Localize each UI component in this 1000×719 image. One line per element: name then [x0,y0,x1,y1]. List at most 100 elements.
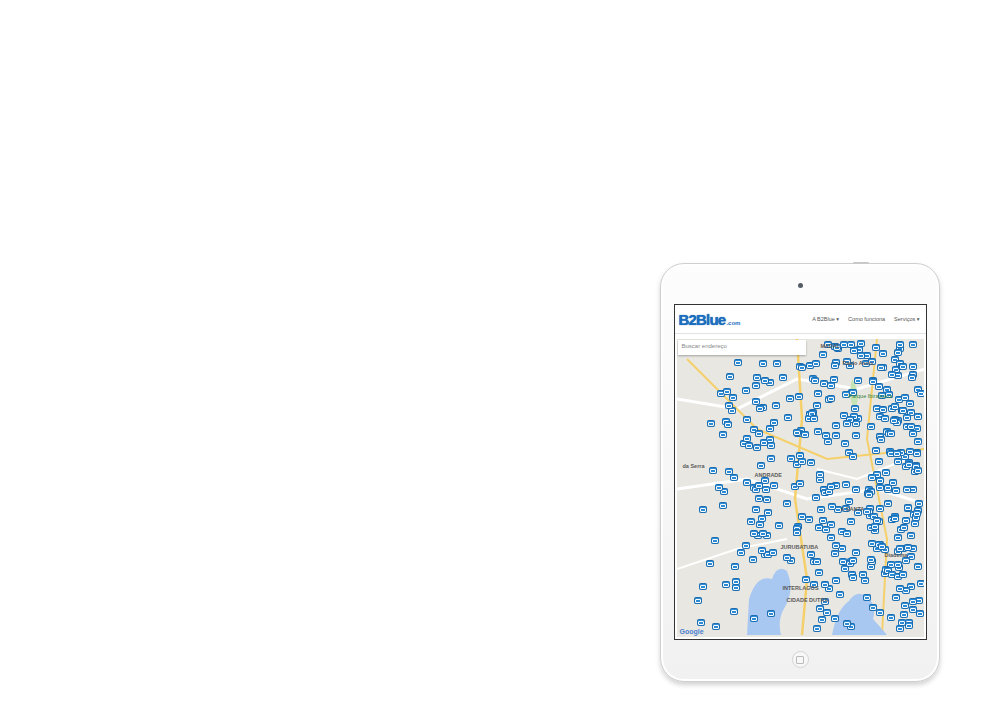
map-pin[interactable] [747,518,755,525]
map-pin[interactable] [724,421,732,428]
map-pin[interactable] [898,619,906,626]
map-pin[interactable] [907,423,915,430]
map-pin[interactable] [881,415,889,422]
map-pin[interactable] [857,340,865,347]
map-pin[interactable] [905,622,913,629]
map-pin[interactable] [712,623,720,630]
map-pin[interactable] [854,377,862,384]
map-pin[interactable] [755,430,763,437]
map-pin[interactable] [893,450,901,457]
map-pin[interactable] [914,413,922,420]
map-pin[interactable] [867,556,875,563]
map-pin[interactable] [798,458,806,465]
map-pin[interactable] [763,496,771,503]
map-pin[interactable] [851,405,859,412]
map-pin[interactable] [876,609,884,616]
map-pin[interactable] [899,571,907,578]
map-pin[interactable] [827,483,835,490]
map-pin[interactable] [867,423,875,430]
map-pin[interactable] [766,425,774,432]
map-pin[interactable] [743,435,751,442]
map-pin[interactable] [828,503,836,510]
map-pin[interactable] [904,544,912,551]
map-pin[interactable] [723,388,731,395]
map-pin[interactable] [814,390,822,397]
map-pin[interactable] [742,542,750,549]
map-pin[interactable] [732,584,740,591]
map-pin[interactable] [818,616,826,623]
map-pin[interactable] [831,615,839,622]
map-pin[interactable] [900,611,908,618]
map-pin[interactable] [759,530,767,537]
map-pin[interactable] [852,486,860,493]
map-pin[interactable] [752,398,760,405]
map-pin[interactable] [821,581,829,588]
map-pin[interactable] [903,414,911,421]
map-pin[interactable] [827,395,835,402]
map-pin[interactable] [772,402,780,409]
map-pin[interactable] [843,530,851,537]
map-pin[interactable] [783,554,791,561]
map-pin[interactable] [911,520,919,527]
map-pin[interactable] [752,506,760,513]
map-pin[interactable] [760,439,768,446]
map-pin[interactable] [734,359,742,366]
map-pin[interactable] [832,422,840,429]
map-pin[interactable] [902,517,910,524]
map-pin[interactable] [914,563,922,570]
map-pin[interactable] [892,594,900,601]
map-pin[interactable] [863,594,871,601]
map-pin[interactable] [907,532,915,539]
map-pin[interactable] [694,597,702,604]
map-pin[interactable] [904,504,912,511]
map-pin[interactable] [755,495,763,502]
map-pin[interactable] [807,551,815,558]
map-pin[interactable] [852,549,860,556]
map-pin[interactable] [755,482,763,489]
map-pin[interactable] [813,558,821,565]
map-pin[interactable] [891,403,899,410]
map-pin[interactable] [773,360,781,367]
map-pin[interactable] [756,405,764,412]
map-pin[interactable] [709,467,717,474]
map-pin[interactable] [832,542,840,549]
map-pin[interactable] [849,574,857,581]
map-pin[interactable] [801,431,809,438]
logo[interactable]: B2Blue.com [679,311,741,328]
map-pin[interactable] [719,502,727,509]
map-pin[interactable] [699,506,707,513]
map-pin[interactable] [767,455,775,462]
map-pin[interactable] [798,364,806,371]
map-pin[interactable] [823,609,831,616]
map-pin[interactable] [916,610,924,617]
map-pin[interactable] [849,453,857,460]
map-pin[interactable] [769,549,777,556]
map-pin[interactable] [873,517,881,524]
map-pin[interactable] [805,516,813,523]
map-pin[interactable] [861,577,869,584]
map-pin[interactable] [841,440,849,447]
map-pin[interactable] [756,521,764,528]
home-button[interactable] [792,651,809,668]
map-pin[interactable] [889,479,897,486]
map-pin[interactable] [909,341,917,348]
map-pin[interactable] [745,442,753,449]
map-pin[interactable] [905,461,913,468]
map-pin[interactable] [824,438,832,445]
nav-item[interactable]: Serviços ▾ [894,316,919,322]
map-pin[interactable] [850,347,858,354]
map-pin[interactable] [876,484,884,491]
map-pin[interactable] [730,608,738,615]
map-pin[interactable] [899,363,907,370]
map-pin[interactable] [707,420,715,427]
map-pin[interactable] [909,598,917,605]
map-pin[interactable] [787,455,795,462]
map-pin[interactable] [914,467,922,474]
map-pin[interactable] [894,349,902,356]
map-pin[interactable] [699,583,707,590]
map-pin[interactable] [894,458,902,465]
map-pin[interactable] [752,382,760,389]
map-pin[interactable] [917,390,924,397]
map-pin[interactable] [784,414,792,421]
map-pin[interactable] [843,420,851,427]
